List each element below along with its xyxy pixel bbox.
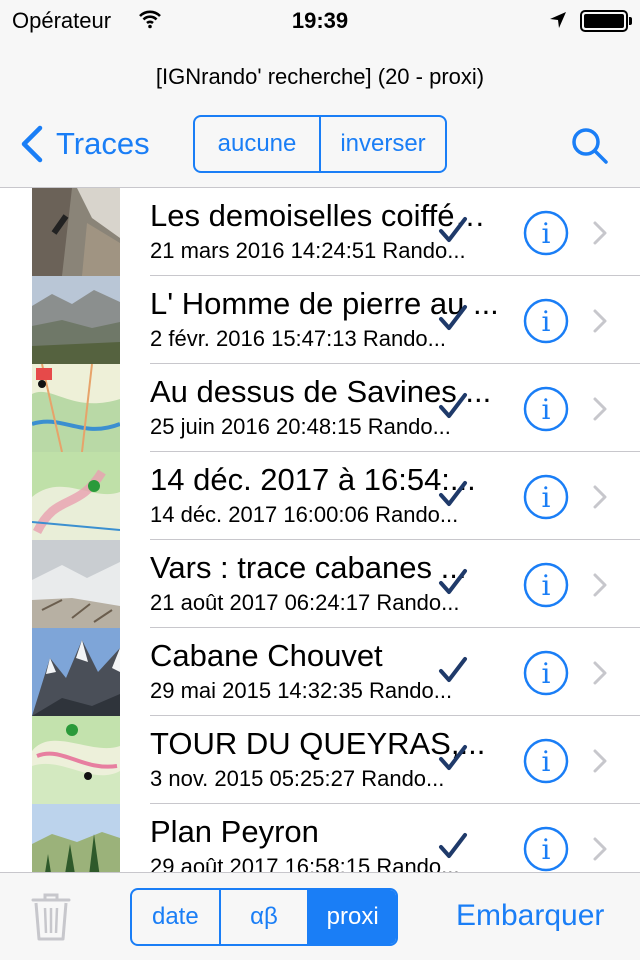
track-row[interactable]: Plan Peyron 29 août 2017 16:58:15 Rando..… — [0, 804, 640, 872]
chevron-right-icon — [593, 837, 607, 861]
chevron-right-icon — [593, 221, 607, 245]
checkmark-icon[interactable] — [438, 744, 468, 772]
chevron-right-icon — [593, 397, 607, 421]
sort-proximity-button[interactable]: proxi — [307, 890, 396, 944]
checkmark-icon[interactable] — [438, 480, 468, 508]
track-thumbnail — [32, 452, 120, 540]
nav-subtitle: [IGNrando' recherche] (20 - proxi) — [155, 64, 485, 89]
info-icon[interactable]: i — [523, 474, 569, 520]
svg-text:i: i — [542, 305, 551, 338]
bottom-toolbar: date αβ proxi Embarquer — [0, 872, 640, 960]
track-thumbnail — [32, 364, 120, 452]
track-row[interactable]: Au dessus de Savines ... 25 juin 2016 20:… — [0, 364, 640, 452]
sort-segmented-control: date αβ proxi — [130, 888, 398, 946]
search-icon[interactable] — [568, 124, 612, 168]
checkmark-icon[interactable] — [438, 304, 468, 332]
navigation-bar: [IGNrando' recherche] (20 - proxi) Trace… — [0, 40, 640, 188]
status-bar: Opérateur 19:39 — [0, 0, 640, 40]
invert-selection-button[interactable]: inverser — [319, 117, 445, 171]
back-button-label: Traces — [56, 126, 150, 161]
trash-icon[interactable] — [30, 891, 72, 943]
track-thumbnail — [32, 188, 120, 276]
track-row[interactable]: Les demoiselles coiffées de ...21 mars 2… — [0, 188, 640, 276]
track-thumbnail — [32, 804, 120, 872]
checkmark-icon[interactable] — [438, 656, 468, 684]
track-row[interactable]: Vars : trace cabanes ... 21 août 2017 06:… — [0, 540, 640, 628]
info-icon[interactable]: i — [523, 562, 569, 608]
svg-text:i: i — [542, 393, 551, 426]
track-thumbnail — [32, 628, 120, 716]
select-none-button[interactable]: aucune — [195, 117, 319, 171]
chevron-right-icon — [593, 749, 607, 773]
chevron-right-icon — [593, 661, 607, 685]
location-arrow-icon — [548, 10, 568, 36]
chevron-right-icon — [593, 485, 607, 509]
track-row[interactable]: TOUR DU QUEYRAS,... 3 nov. 2015 05:25:27 … — [0, 716, 640, 804]
battery-icon — [580, 10, 632, 32]
info-icon[interactable]: i — [523, 826, 569, 872]
clock: 19:39 — [291, 8, 349, 33]
checkmark-icon[interactable] — [438, 832, 468, 860]
sort-alpha-button[interactable]: αβ — [218, 890, 308, 944]
svg-text:i: i — [542, 833, 551, 866]
track-row[interactable]: Cabane Chouvet 29 mai 2015 14:32:35 Rando… — [0, 628, 640, 716]
embark-button[interactable]: Embarquer — [456, 899, 604, 933]
track-row[interactable]: 14 déc. 2017 à 16:54:... 14 déc. 2017 16:… — [0, 452, 640, 540]
svg-text:i: i — [542, 569, 551, 602]
checkmark-icon[interactable] — [438, 392, 468, 420]
track-thumbnail — [32, 540, 120, 628]
svg-text:i: i — [542, 657, 551, 690]
info-icon[interactable]: i — [523, 650, 569, 696]
svg-text:i: i — [542, 481, 551, 514]
chevron-right-icon — [593, 309, 607, 333]
battery-fill — [584, 14, 624, 28]
svg-text:i: i — [542, 217, 551, 250]
info-icon[interactable]: i — [523, 298, 569, 344]
info-icon[interactable]: i — [523, 210, 569, 256]
chevron-right-icon — [593, 573, 607, 597]
checkmark-icon[interactable] — [438, 568, 468, 596]
chevron-left-icon — [21, 125, 43, 163]
sort-date-button[interactable]: date — [132, 890, 219, 944]
track-row[interactable]: L' Homme de pierre au ... 2 févr. 2016 15… — [0, 276, 640, 364]
checkmark-icon[interactable] — [438, 216, 468, 244]
selection-segmented-control: aucune inverser — [193, 115, 447, 173]
info-icon[interactable]: i — [523, 386, 569, 432]
track-list: Les demoiselles coiffées de ...21 mars 2… — [0, 188, 640, 872]
svg-text:i: i — [542, 745, 551, 778]
info-icon[interactable]: i — [523, 738, 569, 784]
battery-nub — [629, 17, 632, 25]
track-thumbnail — [32, 276, 120, 364]
track-thumbnail — [32, 716, 120, 804]
back-button[interactable]: Traces — [16, 122, 150, 166]
